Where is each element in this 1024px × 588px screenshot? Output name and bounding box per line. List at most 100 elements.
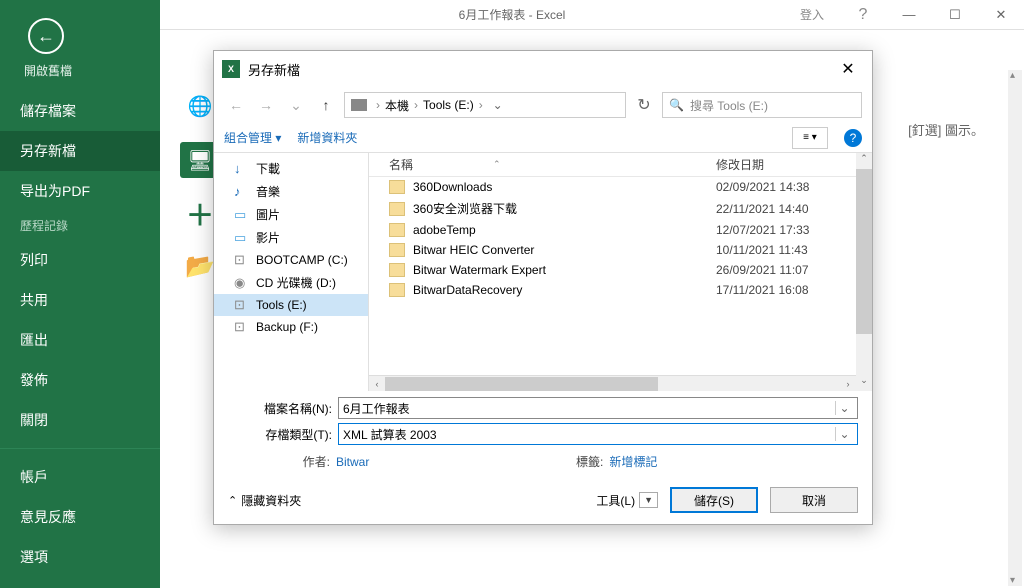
close-button[interactable]: ✕ — [978, 0, 1024, 30]
file-hscrollbar[interactable]: ‹ › — [369, 375, 856, 391]
file-row[interactable]: 360安全浏览器下载22/11/2021 14:40 — [369, 197, 856, 220]
tools-menu[interactable]: 工具(L) ▼ — [596, 492, 658, 509]
view-options-button[interactable]: ≡ ▾ — [792, 127, 828, 149]
sort-indicator-icon: ⌃ — [493, 159, 501, 170]
login-link[interactable]: 登入 — [800, 6, 824, 23]
tree-item[interactable]: ◉CD 光碟機 (D:) — [214, 271, 368, 294]
sidebar-item-close[interactable]: 關閉 — [0, 400, 160, 440]
sidebar-item-save[interactable]: 儲存檔案 — [0, 91, 160, 131]
vscroll-thumb[interactable] — [856, 169, 872, 334]
hscroll-thumb[interactable] — [385, 377, 658, 391]
breadcrumb[interactable]: › 本機 › Tools (E:) › ⌄ — [344, 92, 626, 118]
cancel-button[interactable]: 取消 — [770, 487, 858, 513]
dialog-help-icon[interactable]: ? — [844, 129, 862, 147]
refresh-icon[interactable]: ↻ — [632, 95, 656, 115]
tree-item[interactable]: ▭影片 — [214, 226, 368, 249]
tree-item-label: 影片 — [256, 229, 280, 246]
file-row[interactable]: 360Downloads02/09/2021 14:38 — [369, 177, 856, 197]
column-name[interactable]: 名稱 — [389, 156, 413, 173]
scroll-right-icon[interactable]: › — [840, 379, 856, 389]
file-name: Bitwar HEIC Converter — [413, 243, 716, 257]
folder-icon — [389, 180, 405, 194]
tree-item[interactable]: ♪音樂 — [214, 180, 368, 203]
filename-row: 檔案名稱(N): 6月工作報表 ⌄ — [228, 397, 858, 419]
scroll-left-icon[interactable]: ‹ — [369, 379, 385, 389]
content-scrollbar[interactable] — [1008, 70, 1022, 586]
tools-label: 工具(L) — [596, 492, 635, 509]
file-vscrollbar[interactable]: ⌃ ⌄ — [856, 153, 872, 391]
hide-folders-toggle[interactable]: 隱藏資料夾 — [228, 492, 301, 509]
breadcrumb-root[interactable]: 本機 — [385, 97, 409, 114]
add-place-icon[interactable]: ＋ — [184, 198, 216, 230]
sidebar-item-share[interactable]: 共用 — [0, 280, 160, 320]
filetype-select[interactable]: XML 試算表 2003 ⌄ — [338, 423, 858, 445]
browse-folder-icon[interactable]: 📂 — [184, 250, 216, 282]
tree-item-label: Backup (F:) — [256, 320, 318, 334]
file-list[interactable]: 360Downloads02/09/2021 14:38360安全浏览器下载22… — [369, 177, 856, 375]
scroll-down-icon[interactable]: ⌄ — [856, 375, 872, 391]
filename-dropdown-icon[interactable]: ⌄ — [835, 401, 853, 415]
sidebar-item-export[interactable]: 匯出 — [0, 320, 160, 360]
tree-item[interactable]: ⊡Tools (E:) — [214, 294, 368, 316]
file-date: 12/07/2021 17:33 — [716, 223, 856, 237]
filetype-dropdown-icon[interactable]: ⌄ — [835, 427, 853, 441]
dialog-close-button[interactable]: ✕ — [832, 59, 864, 79]
sidebar-item-publish[interactable]: 發佈 — [0, 360, 160, 400]
save-as-dialog: X 另存新檔 ✕ ← → ⌄ ↑ › 本機 › Tools (E:) › ⌄ ↻… — [213, 50, 873, 525]
file-row[interactable]: BitwarDataRecovery17/11/2021 16:08 — [369, 280, 856, 300]
filetype-row: 存檔類型(T): XML 試算表 2003 ⌄ — [228, 423, 858, 445]
tools-dropdown-icon[interactable]: ▼ — [639, 492, 658, 508]
search-box[interactable]: 🔍 搜尋 Tools (E:) — [662, 92, 862, 118]
sidebar-item-account[interactable]: 帳戶 — [0, 457, 160, 497]
breadcrumb-drive[interactable]: Tools (E:) — [423, 98, 474, 112]
folder-tree[interactable]: ↓下載♪音樂▭圖片▭影片⊡BOOTCAMP (C:)◉CD 光碟機 (D:)⊡T… — [214, 153, 369, 391]
tags-value[interactable]: 新增標記 — [609, 453, 657, 470]
breadcrumb-dropdown-icon[interactable]: ⌄ — [488, 98, 508, 112]
column-date[interactable]: 修改日期 — [716, 156, 856, 173]
file-row[interactable]: Bitwar Watermark Expert26/09/2021 11:07 — [369, 260, 856, 280]
nav-back-icon[interactable]: ← — [224, 93, 248, 117]
filename-input[interactable]: 6月工作報表 ⌄ — [338, 397, 858, 419]
dialog-title-bar: X 另存新檔 ✕ — [214, 51, 872, 87]
dialog-nav-bar: ← → ⌄ ↑ › 本機 › Tools (E:) › ⌄ ↻ 🔍 搜尋 Too… — [214, 87, 872, 123]
back-button[interactable] — [28, 18, 64, 54]
file-area: 名稱 ⌃ 修改日期 360Downloads02/09/2021 14:3836… — [369, 153, 872, 391]
file-row[interactable]: Bitwar HEIC Converter10/11/2021 11:43 — [369, 240, 856, 260]
tree-item[interactable]: ⊡BOOTCAMP (C:) — [214, 249, 368, 271]
sidebar-item-history[interactable]: 歷程記錄 — [0, 211, 160, 240]
nav-forward-icon[interactable]: → — [254, 93, 278, 117]
sidebar-item-saveas[interactable]: 另存新檔 — [0, 131, 160, 171]
maximize-button[interactable]: ☐ — [932, 0, 978, 30]
nav-up-icon[interactable]: ↑ — [314, 93, 338, 117]
file-name: 360Downloads — [413, 180, 716, 194]
globe-icon[interactable]: 🌐 — [184, 90, 216, 122]
author-value[interactable]: Bitwar — [336, 455, 369, 469]
file-list-header[interactable]: 名稱 ⌃ 修改日期 — [369, 153, 856, 177]
help-button[interactable]: ? — [840, 0, 886, 30]
folder-icon — [389, 202, 405, 216]
sidebar-item-feedback[interactable]: 意見反應 — [0, 497, 160, 537]
file-date: 17/11/2021 16:08 — [716, 283, 856, 297]
new-folder-button[interactable]: 新增資料夾 — [297, 129, 357, 146]
file-name: Bitwar Watermark Expert — [413, 263, 716, 277]
search-icon: 🔍 — [669, 98, 684, 112]
nav-recent-dropdown[interactable]: ⌄ — [284, 93, 308, 117]
tree-item-icon: ⊡ — [234, 297, 250, 313]
filename-value: 6月工作報表 — [343, 400, 410, 417]
save-button[interactable]: 儲存(S) — [670, 487, 758, 513]
folder-icon — [389, 223, 405, 237]
sidebar-item-exportpdf[interactable]: 导出为PDF — [0, 171, 160, 211]
file-name: adobeTemp — [413, 223, 716, 237]
scroll-up-icon[interactable]: ⌃ — [856, 153, 872, 169]
tree-item[interactable]: ⊡Backup (F:) — [214, 316, 368, 338]
tree-item[interactable]: ▭圖片 — [214, 203, 368, 226]
file-row[interactable]: adobeTemp12/07/2021 17:33 — [369, 220, 856, 240]
tags-label: 標籤: — [549, 453, 609, 470]
file-date: 02/09/2021 14:38 — [716, 180, 856, 194]
tree-item[interactable]: ↓下載 — [214, 157, 368, 180]
organize-menu[interactable]: 組合管理 ▾ — [224, 129, 281, 146]
sidebar-item-print[interactable]: 列印 — [0, 240, 160, 280]
minimize-button[interactable]: — — [886, 0, 932, 30]
tree-item-icon: ♪ — [234, 184, 250, 199]
sidebar-item-options[interactable]: 選項 — [0, 537, 160, 577]
